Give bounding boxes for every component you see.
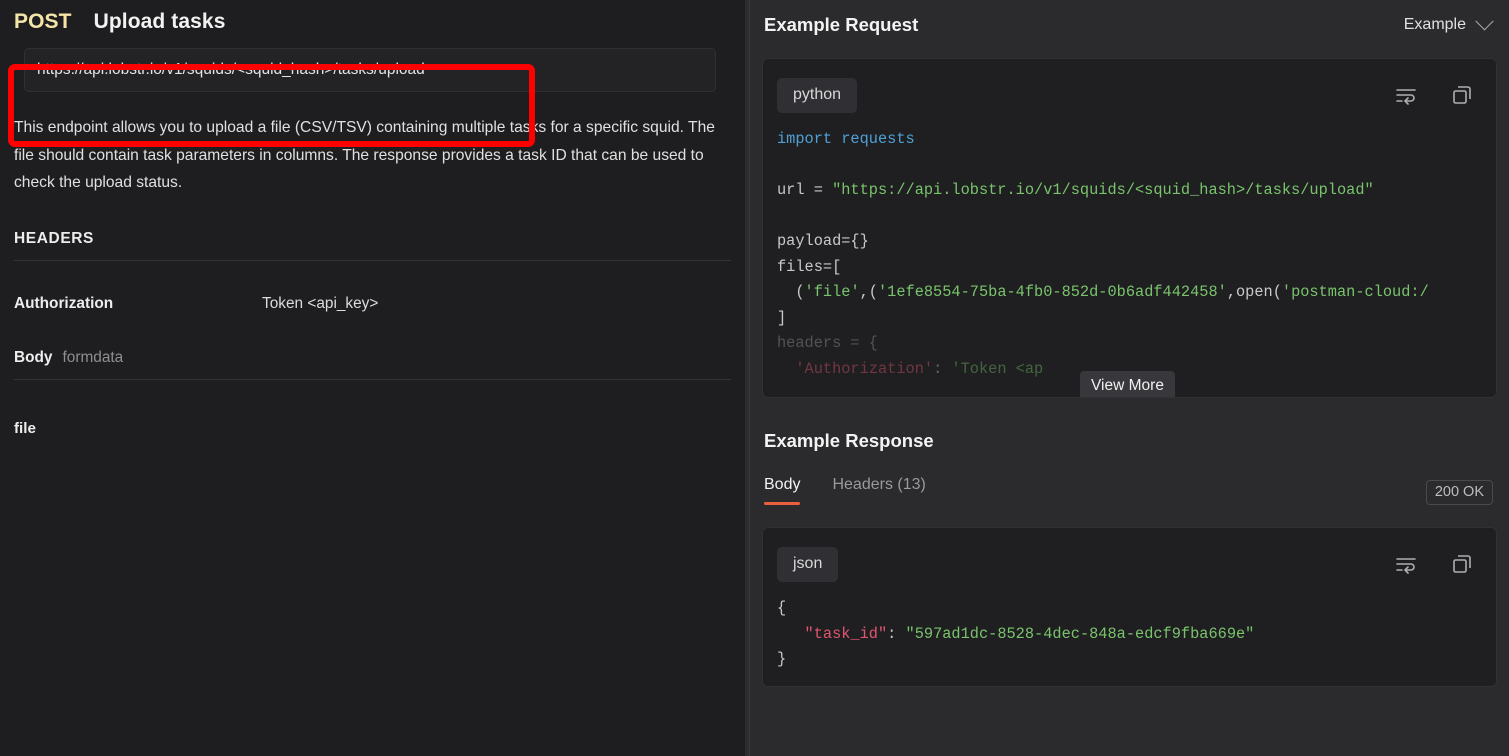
code-line-payload: payload={} (777, 232, 869, 250)
api-docs-screen: POST Upload tasks https://api.lobstr.io/… (0, 0, 1509, 756)
example-response-title: Example Response (764, 430, 934, 451)
body-field-key: file (14, 419, 36, 437)
code-line-file-entry: ('file',('1efe8554-75ba-4fb0-852d-0b6adf… (777, 283, 1429, 301)
request-code-content[interactable]: import requests url = "https://api.lobst… (763, 117, 1496, 382)
endpoint-url-input[interactable]: https://api.lobstr.io/v1/squids/<squid_h… (24, 48, 716, 92)
chevron-down-icon (1475, 11, 1494, 30)
code-line-files-open: files=[ (777, 257, 842, 276)
response-tabs: Body Headers (13) (764, 476, 926, 505)
word-wrap-icon[interactable] (1394, 83, 1418, 107)
example-selector-dropdown[interactable]: Example (1403, 11, 1494, 34)
body-section-title: Body formdata (14, 349, 731, 367)
request-code-toolbar: python (763, 59, 1496, 117)
endpoint-details-panel: POST Upload tasks https://api.lobstr.io/… (0, 0, 745, 756)
body-section-divider (14, 378, 731, 380)
response-code-block: json {"task_id": "597ad1dc-8528-4dec-84… (762, 527, 1497, 687)
header-value: Token <api_key> (262, 294, 379, 312)
language-chip[interactable]: python (777, 77, 858, 113)
example-request-title: Example Request (764, 14, 919, 35)
headers-section-divider (14, 259, 731, 261)
code-line-headers-open: headers = { (777, 334, 878, 352)
code-line-url: url = "https://api.lobstr.io/v1/squids/<… (777, 181, 1374, 199)
code-blank-line-2 (777, 207, 786, 225)
body-label: Body (14, 348, 53, 366)
body-type-label: formdata (62, 348, 124, 366)
page-title: Upload tasks (93, 10, 226, 33)
status-badge: 200 OK (1425, 479, 1493, 505)
json-value: "597ad1dc-8528-4dec-848a-edcf9fba669e" (905, 624, 1255, 643)
tab-body[interactable]: Body (764, 476, 801, 505)
code-token-import: import requests (777, 130, 915, 148)
json-open-brace: { (777, 599, 787, 617)
example-selector-label: Example (1403, 16, 1466, 33)
examples-panel: Example Request Example python import re… (750, 0, 1509, 756)
code-line-auth-header: 'Authorization': 'Token <ap (795, 359, 1044, 378)
endpoint-url-row: https://api.lobstr.io/v1/squids/<squid_h… (0, 48, 745, 92)
code-actions (1394, 83, 1474, 107)
headers-section-title: HEADERS (14, 229, 94, 247)
endpoint-description: This endpoint allows you to upload a fil… (14, 119, 715, 191)
json-colon: : (887, 624, 906, 643)
copy-icon[interactable] (1450, 83, 1474, 107)
language-chip-json[interactable]: json (777, 546, 839, 582)
http-method-label: POST (14, 10, 72, 33)
table-row: Authorization Token <api_key> (14, 295, 731, 313)
json-pair: "task_id": "597ad1dc-8528-4dec-848a-edcf… (777, 624, 1255, 643)
word-wrap-icon[interactable] (1394, 552, 1418, 576)
header-key: Authorization (14, 294, 114, 312)
request-code-block: python import requests url = "https://ap… (762, 58, 1497, 398)
example-request-header: Example Request Example (750, 0, 1509, 36)
response-code-toolbar: json (763, 528, 1496, 586)
tab-headers[interactable]: Headers (13) (832, 476, 925, 505)
json-close-brace: } (777, 650, 787, 668)
code-blank-line-1 (777, 156, 786, 174)
copy-icon[interactable] (1450, 552, 1474, 576)
code-actions-response (1394, 552, 1474, 576)
code-line-files-close: ] (777, 308, 787, 327)
endpoint-header: POST Upload tasks (0, 0, 745, 34)
view-more-button[interactable]: View More (1080, 371, 1175, 397)
response-tabs-row: Body Headers (13) 200 OK (764, 476, 1493, 505)
response-code-content[interactable]: { "task_id": "597ad1dc-8528-4dec-848a-ed… (763, 586, 1496, 673)
json-key: "task_id" (804, 624, 888, 643)
endpoint-url-value: https://api.lobstr.io/v1/squids/<squid_h… (37, 61, 425, 78)
